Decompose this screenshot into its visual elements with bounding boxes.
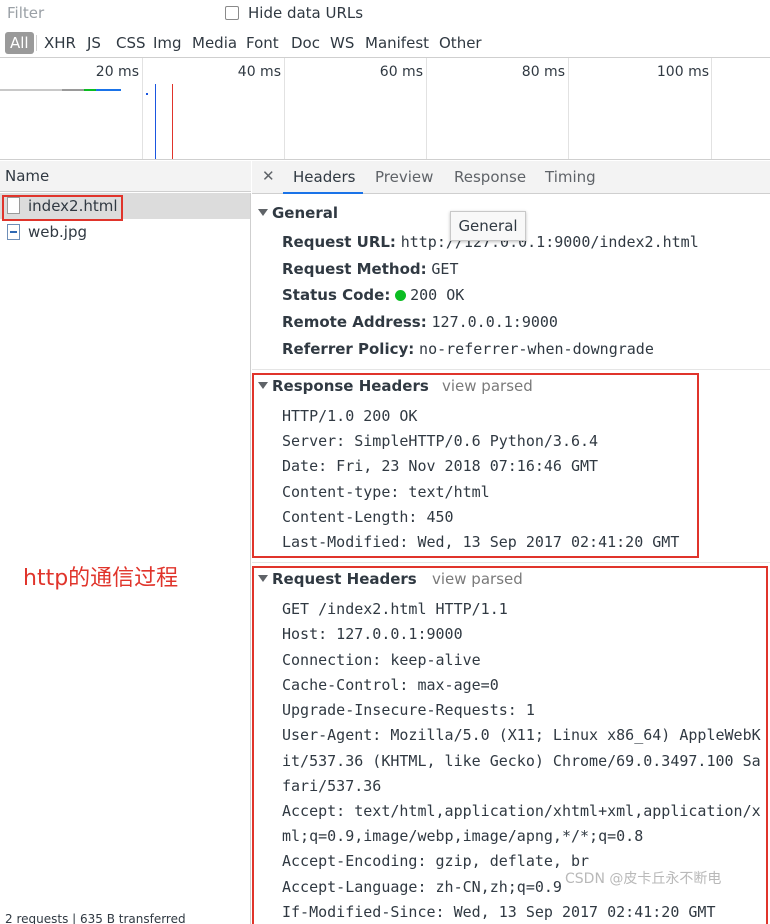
close-icon[interactable]: ✕ xyxy=(262,167,275,185)
image-icon xyxy=(7,224,20,240)
status-ok-icon xyxy=(395,290,407,301)
detail-tab-bar: ✕ Headers Preview Response Timing xyxy=(252,161,770,194)
general-row: Request Method: GET xyxy=(282,260,459,278)
load-event-marker xyxy=(172,84,173,159)
type-filter-css[interactable]: CSS xyxy=(116,32,146,54)
referrer-policy-value: no-referrer-when-downgrade xyxy=(419,340,654,358)
type-filter-font[interactable]: Font xyxy=(246,32,279,54)
annotation-text: http的通信过程 xyxy=(23,566,179,591)
remote-address-key: Remote Address: xyxy=(282,313,427,331)
type-filter-divider xyxy=(36,35,37,51)
overview-gridline xyxy=(568,58,569,159)
type-filter-other[interactable]: Other xyxy=(439,32,482,54)
filter-input[interactable] xyxy=(2,2,210,23)
section-divider xyxy=(252,562,770,563)
overview-tick-label: 40 ms xyxy=(237,64,281,80)
request-url-key: Request URL: xyxy=(282,233,396,251)
tab-response[interactable]: Response xyxy=(454,161,526,194)
type-filter-ws[interactable]: WS xyxy=(330,32,354,54)
referrer-policy-key: Referrer Policy: xyxy=(282,340,415,358)
general-row: Status Code: 200 OK xyxy=(282,286,464,304)
request-name: web.jpg xyxy=(28,223,87,241)
overview-gridline xyxy=(426,58,427,159)
active-tab-indicator xyxy=(283,192,363,194)
overview-tick-label: 100 ms xyxy=(656,64,709,80)
overview-tick-label: 20 ms xyxy=(95,64,139,80)
remote-address-value: 127.0.0.1:9000 xyxy=(431,313,558,331)
overview-gridline xyxy=(284,58,285,159)
general-row: Remote Address: 127.0.0.1:9000 xyxy=(282,313,558,331)
annotation-highlight-box xyxy=(2,195,123,221)
type-filter-media[interactable]: Media xyxy=(192,32,237,54)
overview-gridline xyxy=(142,58,143,159)
type-filter-img[interactable]: Img xyxy=(153,32,182,54)
general-row: Referrer Policy: no-referrer-when-downgr… xyxy=(282,340,654,358)
overview-tick-label: 60 ms xyxy=(379,64,423,80)
hide-data-urls-toggle[interactable]: Hide data URLs xyxy=(225,3,363,23)
resource-type-filter-bar: All XHR JS CSS Img Media Font Doc WS Man… xyxy=(0,29,770,57)
tab-headers[interactable]: Headers xyxy=(293,161,355,194)
section-divider xyxy=(252,369,770,370)
tab-timing[interactable]: Timing xyxy=(545,161,596,194)
request-method-value: GET xyxy=(431,260,459,278)
general-section-title: General xyxy=(272,204,338,222)
timeline-overview[interactable]: 20 ms 40 ms 60 ms 80 ms 100 ms xyxy=(0,57,770,160)
overview-stalled-bar xyxy=(62,89,84,91)
general-tooltip: General xyxy=(450,211,526,241)
overview-tick-label: 80 ms xyxy=(521,64,565,80)
hide-data-urls-label: Hide data URLs xyxy=(248,4,364,22)
status-summary: 2 requests | 635 B transferred xyxy=(5,912,186,924)
type-filter-all[interactable]: All xyxy=(5,32,34,54)
status-code-value: 200 OK xyxy=(410,286,465,304)
overview-download-bar xyxy=(96,89,121,91)
response-headers-highlight-box xyxy=(252,373,699,558)
type-filter-manifest[interactable]: Manifest xyxy=(365,32,429,54)
request-list: index2.html web.jpg xyxy=(0,193,251,924)
overview-image-marker xyxy=(146,93,148,95)
watermark-text: CSDN @皮卡丘永不断电 xyxy=(565,871,722,887)
filter-toolbar: Hide data URLs xyxy=(0,0,770,26)
name-column-header[interactable]: Name xyxy=(0,161,251,192)
type-filter-doc[interactable]: Doc xyxy=(291,32,320,54)
status-code-key: Status Code: xyxy=(282,286,391,304)
request-url-value: http://127.0.0.1:9000/index2.html xyxy=(400,233,699,251)
overview-queue-bar xyxy=(0,89,62,91)
type-filter-xhr[interactable]: XHR xyxy=(44,32,76,54)
request-row-web-jpg[interactable]: web.jpg xyxy=(0,219,250,245)
collapse-triangle-icon xyxy=(258,209,268,216)
general-section-toggle[interactable]: General xyxy=(258,204,338,222)
overview-gridline xyxy=(711,58,712,159)
hide-data-urls-checkbox[interactable] xyxy=(225,6,239,20)
request-method-key: Request Method: xyxy=(282,260,427,278)
overview-waiting-bar xyxy=(84,89,96,91)
type-filter-js[interactable]: JS xyxy=(87,32,101,54)
tab-preview[interactable]: Preview xyxy=(375,161,433,194)
domcontentloaded-marker xyxy=(155,84,156,159)
